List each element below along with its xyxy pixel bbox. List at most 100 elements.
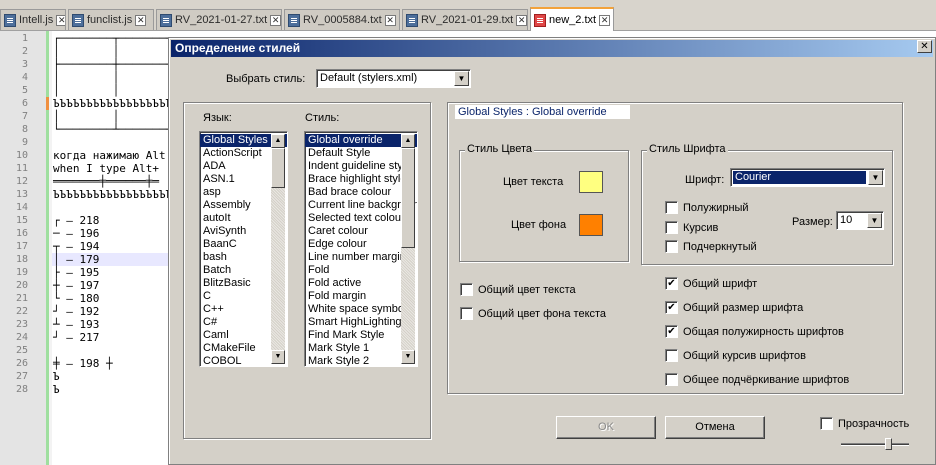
code-line[interactable]: ├ – 195 (53, 266, 99, 279)
global-underline-checkbox[interactable]: Общее подчёркивание шрифтов (665, 373, 849, 386)
language-list[interactable]: Global Styles ActionScript ADA ASN.1 asp Asse… (199, 131, 288, 367)
text-color-swatch[interactable] (579, 171, 603, 193)
bold-label: Полужирный (683, 201, 749, 214)
global-font-size-label: Общий размер шрифта (683, 301, 804, 314)
code-line[interactable]: Ъ (53, 370, 60, 383)
checkbox-box[interactable] (665, 201, 678, 214)
dropdown-arrow-icon[interactable]: ▼ (868, 170, 883, 185)
tab-funclist-js[interactable]: funclist.js ✕ (68, 9, 154, 30)
code-line[interactable]: ┬ – 194 (53, 240, 99, 253)
code-line[interactable]: ├────────┼───────┤ (53, 58, 172, 71)
code-line[interactable]: │ – 179 (53, 253, 99, 266)
transparency-label: Прозрачность (838, 417, 910, 430)
checkbox-box[interactable] (665, 221, 678, 234)
line-number: 3 (21, 59, 28, 70)
global-font-checkbox[interactable]: ✔ Общий шрифт (665, 277, 757, 290)
select-style-label: Выбрать стиль: (226, 73, 306, 85)
bg-color-swatch[interactable] (579, 214, 603, 236)
code-line[interactable]: ┴ – 193 (53, 318, 99, 331)
line-number: 16 (15, 228, 28, 239)
font-size-select[interactable]: 10 ▼ (836, 211, 884, 230)
close-tab-icon[interactable]: ✕ (516, 14, 527, 26)
code-line[interactable]: └ – 180 (53, 292, 99, 305)
global-fg-checkbox[interactable]: Общий цвет текста (460, 283, 576, 296)
unsaved-file-icon (534, 13, 546, 27)
checkbox-box[interactable] (665, 349, 678, 362)
global-italic-checkbox[interactable]: Общий курсив шрифтов (665, 349, 806, 362)
code-line[interactable]: ЪЪЪЪЪЪЪЪЪЪЪЪЪЪЪЪЪЪ (53, 188, 172, 201)
theme-select[interactable]: Default (stylers.xml) ▼ (316, 69, 471, 88)
checkbox-box[interactable] (460, 307, 473, 320)
code-line[interactable]: when I type Alt+ (53, 162, 159, 175)
global-bg-label: Общий цвет фона текста (478, 307, 607, 320)
code-line[interactable]: │ │ │ (53, 84, 172, 97)
close-tab-icon[interactable]: ✕ (599, 14, 611, 26)
scroll-up-icon[interactable]: ▲ (271, 134, 285, 148)
close-tab-icon[interactable]: ✕ (384, 14, 396, 26)
tab-new-2[interactable]: new_2.txt ✕ (530, 7, 614, 31)
scroll-down-icon[interactable]: ▼ (401, 350, 415, 364)
code-line[interactable]: ─ – 196 (53, 227, 99, 240)
underline-checkbox[interactable]: Подчеркнутый (665, 240, 757, 253)
code-line[interactable]: └────────┴───────┘ (53, 123, 172, 136)
transparency-slider-track[interactable] (841, 443, 909, 446)
bold-checkbox[interactable]: Полужирный (665, 201, 749, 214)
style-list-scrollbar[interactable]: ▲ ▼ (401, 134, 415, 364)
code-line[interactable]: │ │ │ (53, 110, 172, 123)
language-list-scrollbar[interactable]: ▲ ▼ (271, 134, 285, 364)
checkbox-box[interactable] (460, 283, 473, 296)
code-line[interactable]: ┼ – 197 (53, 279, 99, 292)
code-line[interactable]: Ъ (53, 383, 60, 396)
code-line[interactable]: ┌ – 218 (53, 214, 99, 227)
code-line[interactable]: ╪ – 198 ┼ (53, 357, 113, 370)
transparency-slider-thumb[interactable] (885, 438, 892, 450)
transparency-checkbox[interactable]: Прозрачность (820, 417, 909, 430)
code-line[interactable]: ═══════╪══════╪═ (53, 175, 159, 188)
close-tab-icon[interactable]: ✕ (56, 14, 65, 26)
checkbox-box[interactable] (665, 373, 678, 386)
dialog-title: Определение стилей (171, 40, 933, 57)
code-line[interactable]: когда нажимаю Alt (53, 149, 166, 162)
code-line[interactable]: │ │ │ (53, 45, 172, 58)
dropdown-arrow-icon[interactable]: ▼ (867, 213, 882, 228)
scroll-down-icon[interactable]: ▼ (271, 350, 285, 364)
scroll-thumb[interactable] (401, 148, 415, 248)
global-font-label: Общий шрифт (683, 277, 758, 290)
font-select[interactable]: Courier ▼ (730, 168, 885, 187)
code-line[interactable]: ┘ – 192 (53, 305, 99, 318)
code-line[interactable]: ┌────────┬───────┐ (53, 32, 172, 45)
underline-label: Подчеркнутый (683, 240, 757, 253)
checkbox-box[interactable] (665, 240, 678, 253)
dropdown-arrow-icon[interactable]: ▼ (454, 71, 469, 86)
ok-button[interactable]: OK (556, 416, 656, 439)
close-tab-icon[interactable]: ✕ (135, 14, 147, 26)
cancel-button[interactable]: Отмена (665, 416, 765, 439)
italic-checkbox[interactable]: Курсив (665, 221, 718, 234)
code-line[interactable]: │ │ │ (53, 71, 172, 84)
tab-rv-2021-01-29[interactable]: RV_2021-01-29.txt ✕ (402, 9, 528, 30)
tab-intell-js[interactable]: Intell.js ✕ (0, 9, 66, 30)
scroll-thumb[interactable] (271, 148, 285, 188)
checkbox-box[interactable] (820, 417, 833, 430)
style-list[interactable]: Global override Default Style Indent guide… (304, 131, 418, 367)
global-bold-checkbox[interactable]: ✔ Общая полужирность шрифтов (665, 325, 844, 338)
tab-rv-0005884[interactable]: RV_0005884.txt ✕ (284, 9, 400, 30)
global-fg-label: Общий цвет текста (478, 283, 576, 296)
checkbox-box[interactable]: ✔ (665, 277, 678, 290)
line-number: 12 (15, 176, 28, 187)
global-bg-checkbox[interactable]: Общий цвет фона текста (460, 307, 606, 320)
line-number: 28 (15, 384, 28, 395)
code-line[interactable]: ЪЪЪЪЪЪЪЪЪЪЪЪЪЪЪЪЪЪ (53, 97, 172, 110)
tab-rv-2021-01-27[interactable]: RV_2021-01-27.txt ✕ (156, 9, 282, 30)
checkbox-box[interactable]: ✔ (665, 325, 678, 338)
global-font-size-checkbox[interactable]: ✔ Общий размер шрифта (665, 301, 803, 314)
close-tab-icon[interactable]: ✕ (270, 14, 281, 26)
scroll-up-icon[interactable]: ▲ (401, 134, 415, 148)
line-number: 4 (21, 72, 28, 83)
checkbox-box[interactable]: ✔ (665, 301, 678, 314)
line-number: 25 (15, 345, 28, 356)
close-dialog-button[interactable]: ✕ (917, 40, 932, 53)
line-number: 20 (15, 280, 28, 291)
code-line[interactable]: ┘ – 217 (53, 331, 99, 344)
file-icon (72, 13, 84, 27)
